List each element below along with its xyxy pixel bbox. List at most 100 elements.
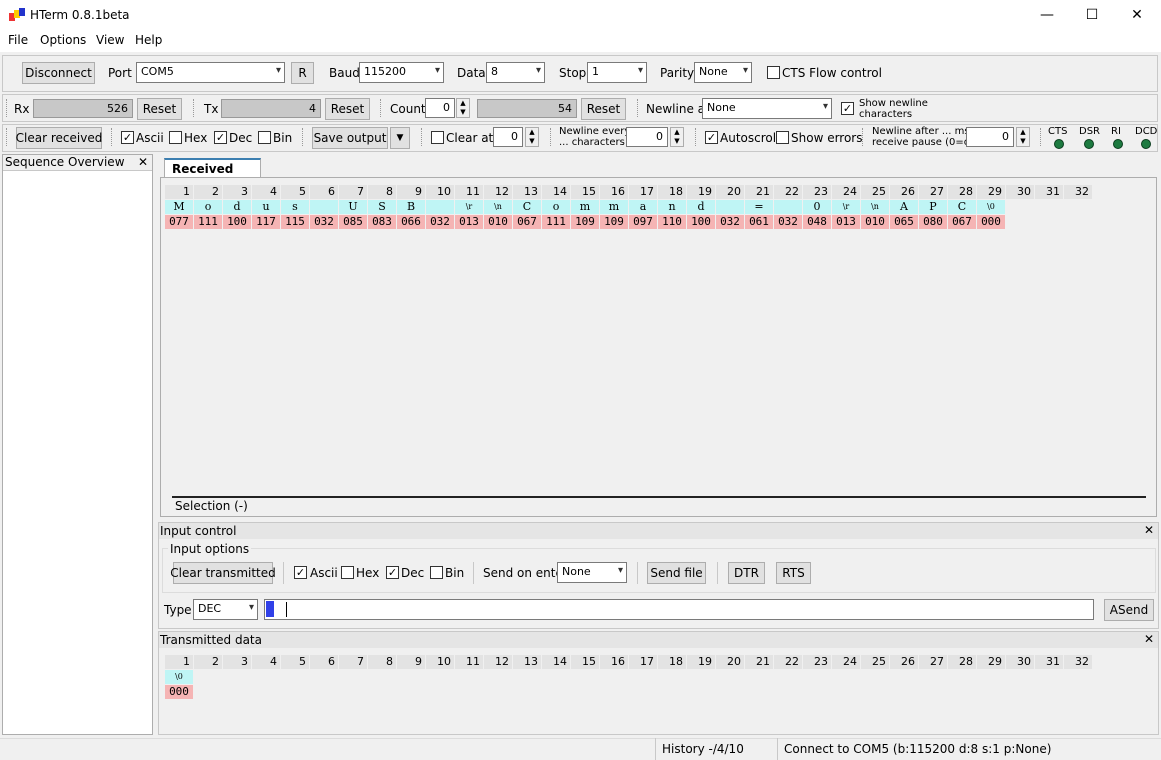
toolbar-grip[interactable] <box>193 99 196 117</box>
close-button[interactable]: ✕ <box>1114 0 1160 30</box>
recv-bin-checkbox[interactable] <box>258 131 271 144</box>
stop-bits-select[interactable]: 1 ▾ <box>587 62 647 83</box>
toolbar-grip[interactable] <box>380 99 383 117</box>
transmitted-data-title: Transmitted data <box>160 633 262 647</box>
toolbar-grip[interactable] <box>6 128 9 146</box>
cts-flow-checkbox[interactable] <box>767 66 780 79</box>
count-input[interactable]: 0 <box>425 98 455 118</box>
dec-cell: 013 <box>832 215 860 229</box>
toolbar-grip[interactable] <box>111 128 114 146</box>
newline-at-label: Newline at <box>646 102 710 116</box>
toolbar-grip[interactable] <box>637 99 640 117</box>
clear-at-spinner[interactable]: ▲ ▼ <box>525 127 539 147</box>
rx-reset-button[interactable]: Reset <box>137 98 182 120</box>
ascii-cell: u <box>252 200 280 214</box>
show-newline-line2: characters <box>859 109 913 120</box>
dec-cell: 100 <box>687 215 715 229</box>
newline-at-select[interactable]: None ▾ <box>702 98 832 119</box>
input-bin-checkbox[interactable] <box>430 566 443 579</box>
dec-cell: 032 <box>774 215 802 229</box>
save-output-dropdown[interactable]: ▼ <box>390 127 410 149</box>
toolbar-grip[interactable] <box>862 128 865 146</box>
index-cell: 12 <box>484 185 512 199</box>
refresh-ports-button[interactable]: R <box>291 62 314 84</box>
show-errors-checkbox[interactable] <box>776 131 789 144</box>
toolbar-grip[interactable] <box>1040 128 1043 146</box>
recv-ascii-checkbox[interactable]: ✓ <box>121 131 134 144</box>
input-hex-checkbox[interactable] <box>341 566 354 579</box>
index-cell: 22 <box>774 655 802 669</box>
index-cell: 8 <box>368 185 396 199</box>
recv-dec-checkbox[interactable]: ✓ <box>214 131 227 144</box>
newline-every-spinner[interactable]: ▲ ▼ <box>670 127 684 147</box>
send-file-button[interactable]: Send file <box>647 562 706 584</box>
toolbar-grip[interactable] <box>550 128 553 146</box>
dec-cell: 010 <box>861 215 889 229</box>
menu-help[interactable]: Help <box>135 33 162 47</box>
parity-select[interactable]: None ▾ <box>694 62 752 83</box>
index-cell: 23 <box>803 185 831 199</box>
ascii-cell <box>716 200 744 214</box>
rx-counter: 526 <box>33 99 133 118</box>
input-ascii-checkbox[interactable]: ✓ <box>294 566 307 579</box>
data-bits-select[interactable]: 8 ▾ <box>486 62 545 83</box>
clear-transmitted-button[interactable]: Clear transmitted <box>170 562 276 584</box>
send-on-enter-label: Send on enter <box>483 566 568 580</box>
newline-after-line1: Newline after ... ms <box>872 126 970 137</box>
clear-received-button[interactable]: Clear received <box>16 127 102 149</box>
count-spinner[interactable]: ▲ ▼ <box>456 98 470 118</box>
save-output-button[interactable]: Save output <box>312 127 388 149</box>
toolbar-grip[interactable] <box>421 128 424 146</box>
data-bits-label: Data <box>457 66 486 80</box>
recv-hex-checkbox[interactable] <box>169 131 182 144</box>
index-cell: 7 <box>339 185 367 199</box>
tx-reset-button[interactable]: Reset <box>325 98 370 120</box>
index-cell: 3 <box>223 655 251 669</box>
newline-every-input[interactable]: 0 <box>626 127 668 147</box>
maximize-button[interactable]: ☐ <box>1069 0 1115 30</box>
clear-at-input[interactable]: 0 <box>493 127 523 147</box>
dec-cell: 110 <box>658 215 686 229</box>
ascii-cell <box>426 200 454 214</box>
input-control-close-icon[interactable]: ✕ <box>1144 523 1154 537</box>
port-select[interactable]: COM5 ▾ <box>136 62 285 83</box>
parity-value: None <box>699 65 728 78</box>
ascii-cell: U <box>339 200 367 214</box>
newline-after-spinner[interactable]: ▲ ▼ <box>1016 127 1030 147</box>
count-reset-button[interactable]: Reset <box>581 98 626 120</box>
show-newline-checkbox[interactable]: ✓ <box>841 102 854 115</box>
send-on-enter-select[interactable]: None ▾ <box>557 562 627 583</box>
ascii-cell <box>310 200 338 214</box>
toolbar-grip[interactable] <box>6 99 9 117</box>
menu-view[interactable]: View <box>96 33 124 47</box>
separator <box>717 562 718 584</box>
minimize-button[interactable]: — <box>1024 0 1070 30</box>
tab-received-data[interactable]: Received Data <box>164 158 261 190</box>
input-bin-label: Bin <box>445 566 465 580</box>
type-select[interactable]: DEC ▾ <box>193 599 258 620</box>
count-total: 54 <box>477 99 577 118</box>
menu-options[interactable]: Options <box>40 33 86 47</box>
chevron-down-icon: ▾ <box>275 65 281 76</box>
index-cell: 2 <box>194 185 222 199</box>
toolbar-grip[interactable] <box>302 128 305 146</box>
index-cell: 10 <box>426 185 454 199</box>
autoscroll-checkbox[interactable]: ✓ <box>705 131 718 144</box>
transmitted-close-icon[interactable]: ✕ <box>1144 632 1154 646</box>
menu-file[interactable]: File <box>8 33 28 47</box>
sequence-overview-panel[interactable] <box>2 154 153 735</box>
send-input[interactable] <box>264 599 1094 620</box>
sequence-overview-close-icon[interactable]: ✕ <box>138 155 148 169</box>
recv-dec-label: Dec <box>229 131 253 145</box>
input-dec-checkbox[interactable]: ✓ <box>386 566 399 579</box>
baud-select[interactable]: 115200 ▾ <box>359 62 444 83</box>
clear-at-checkbox[interactable] <box>431 131 444 144</box>
asend-button[interactable]: ASend <box>1104 599 1154 621</box>
rts-button[interactable]: RTS <box>776 562 811 584</box>
index-cell: 21 <box>745 185 773 199</box>
newline-after-input[interactable]: 0 <box>966 127 1014 147</box>
dec-cell: 013 <box>455 215 483 229</box>
toolbar-grip[interactable] <box>695 128 698 146</box>
dtr-button[interactable]: DTR <box>728 562 765 584</box>
disconnect-button[interactable]: Disconnect <box>22 62 95 84</box>
